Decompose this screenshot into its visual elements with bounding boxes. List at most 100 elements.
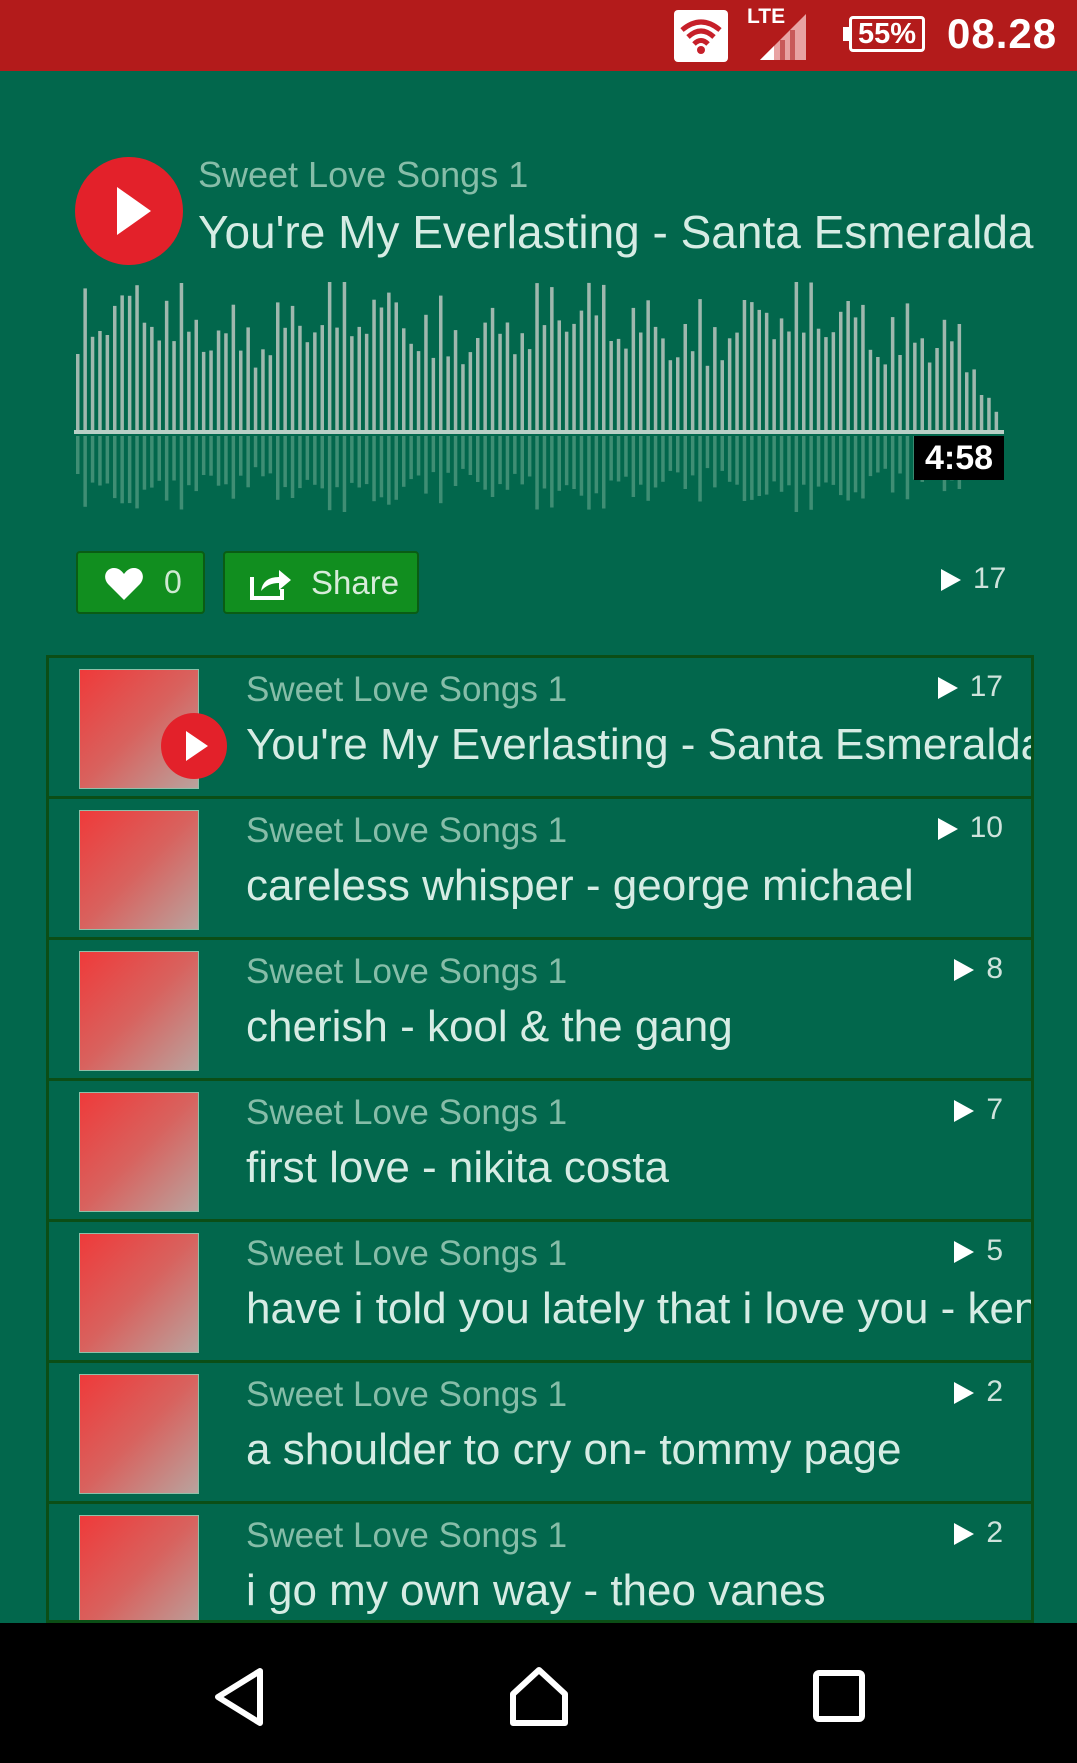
- waveform-reflection-bar: [187, 436, 191, 486]
- waveform-bar: [172, 341, 176, 430]
- like-button[interactable]: 0: [76, 551, 205, 614]
- waveform-bar: [164, 300, 169, 430]
- waveform-bar: [779, 318, 784, 430]
- waveform-reflection-bar: [527, 436, 532, 477]
- item-album: Sweet Love Songs 1: [246, 1234, 568, 1273]
- main-play-button[interactable]: [75, 157, 183, 265]
- waveform-reflection-bar: [201, 436, 206, 475]
- play-count-value: 2: [986, 1375, 1003, 1408]
- waveform-reflection-bar: [653, 436, 658, 488]
- waveform-reflection-bar: [668, 436, 673, 471]
- waveform-bar: [276, 302, 280, 430]
- waveform-bar: [76, 354, 80, 430]
- waveform-reflection-bar: [276, 436, 280, 500]
- playlist-item[interactable]: Sweet Love Songs 1 i go my own way - the…: [49, 1504, 1031, 1620]
- waveform-bar: [446, 356, 450, 430]
- waveform-reflection-bar: [809, 436, 813, 510]
- waveform-reflection-bar: [179, 436, 184, 510]
- waveform-bar: [246, 327, 250, 430]
- waveform-reflection-bar: [142, 436, 147, 490]
- waveform-bar: [653, 326, 658, 430]
- waveform-bar: [290, 305, 295, 430]
- item-title: have i told you lately that i love you -…: [246, 1284, 1034, 1333]
- waveform-bar: [698, 299, 702, 430]
- waveform-bar: [594, 315, 599, 430]
- waveform-bar: [987, 397, 991, 430]
- waveform-bar: [431, 357, 436, 430]
- play-count-value: 2: [986, 1516, 1003, 1549]
- waveform-bar: [757, 309, 761, 430]
- waveform-bar: [268, 355, 273, 430]
- play-count-icon: [937, 677, 958, 700]
- item-play-count: 2: [954, 1375, 1003, 1409]
- playlist-item[interactable]: Sweet Love Songs 1 have i told you latel…: [49, 1222, 1031, 1363]
- playlist-item[interactable]: Sweet Love Songs 1 careless whisper - ge…: [49, 799, 1031, 940]
- waveform-reflection-bar: [483, 436, 487, 490]
- waveform-reflection-bar: [298, 436, 302, 489]
- item-album: Sweet Love Songs 1: [246, 1516, 568, 1555]
- now-playing-album: Sweet Love Songs 1: [198, 154, 529, 195]
- waveform-bar: [587, 282, 591, 430]
- waveform-reflection-bar: [609, 436, 613, 481]
- waveform-bar: [424, 314, 428, 430]
- recents-icon[interactable]: [812, 1669, 866, 1723]
- waveform-reflection-bar: [535, 436, 539, 510]
- waveform-bar: [350, 336, 354, 430]
- clock: 08.28: [947, 10, 1058, 57]
- waveform-reflection-bar: [83, 436, 87, 507]
- waveform-bar: [187, 331, 191, 430]
- playlist-item[interactable]: Sweet Love Songs 1 a shoulder to cry on-…: [49, 1363, 1031, 1504]
- waveform-bar: [853, 317, 858, 430]
- waveform-seekbar[interactable]: [74, 282, 1004, 512]
- waveform-bar: [942, 319, 947, 430]
- waveform-reflection-bar: [453, 436, 458, 486]
- waveform-reflection-bar: [779, 436, 784, 492]
- waveform-bar: [313, 332, 317, 430]
- back-icon[interactable]: [212, 1667, 266, 1727]
- now-playing-title: You're My Everlasting - Santa Esmeralda: [198, 206, 1034, 258]
- waveform-bar: [787, 331, 791, 430]
- waveform-reflection-bar: [468, 436, 473, 475]
- waveform-bar: [113, 305, 117, 430]
- home-icon[interactable]: [508, 1665, 570, 1727]
- waveform-reflection-bar: [364, 436, 369, 485]
- item-title: careless whisper - george michael: [246, 861, 914, 910]
- play-count-value: 10: [969, 811, 1003, 844]
- waveform-bar: [683, 324, 687, 430]
- waveform-reflection-bar: [868, 436, 873, 477]
- waveform-bar: [239, 350, 243, 430]
- waveform-reflection-bar: [513, 436, 517, 474]
- waveform-bar: [253, 367, 258, 430]
- play-count-icon: [954, 1241, 975, 1264]
- waveform-reflection-bar: [846, 436, 850, 501]
- playlist-item[interactable]: Sweet Love Songs 1 first love - nikita c…: [49, 1081, 1031, 1222]
- waveform-reflection-bar: [327, 436, 332, 511]
- play-count-value: 17: [973, 562, 1007, 595]
- play-count-icon: [954, 959, 975, 982]
- waveform-reflection-bar: [676, 436, 680, 473]
- waveform-reflection-bar: [750, 436, 754, 500]
- album-art: [79, 1515, 199, 1620]
- waveform-bar: [179, 283, 184, 430]
- waveform-bar: [453, 330, 458, 430]
- waveform-reflection-bar: [90, 436, 95, 483]
- heart-icon: [105, 568, 143, 600]
- item-play-count: 8: [954, 952, 1003, 986]
- play-count-value: 5: [986, 1234, 1003, 1267]
- waveform-bar: [105, 335, 110, 430]
- album-art: [79, 1092, 199, 1212]
- waveform-reflection-bar: [683, 436, 687, 489]
- waveform-reflection-bar: [661, 436, 665, 482]
- waveform-reflection-bar: [787, 436, 791, 486]
- share-button[interactable]: Share: [223, 551, 419, 614]
- waveform-bar: [979, 395, 984, 430]
- waveform-reflection-bar: [439, 436, 443, 504]
- waveform-bar: [639, 332, 643, 430]
- playlist-item[interactable]: Sweet Love Songs 1 You're My Everlasting…: [49, 658, 1031, 799]
- playlist-item[interactable]: Sweet Love Songs 1 cherish - kool & the …: [49, 940, 1031, 1081]
- waveform-reflection-bar: [394, 436, 398, 500]
- play-count-icon: [954, 1523, 975, 1546]
- waveform-bar: [327, 282, 332, 430]
- item-play-button[interactable]: [161, 713, 227, 779]
- waveform-bar: [913, 342, 917, 430]
